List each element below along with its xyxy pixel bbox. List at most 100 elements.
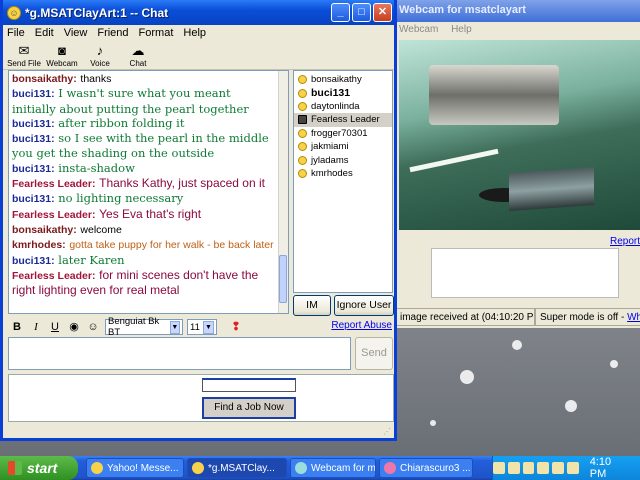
- task-chiarascuro[interactable]: Chiarascuro3 ...: [379, 458, 473, 478]
- user-list-item[interactable]: jakmiami: [294, 140, 392, 153]
- send-button[interactable]: Send: [355, 337, 393, 370]
- tray-security-icon[interactable]: [537, 462, 550, 474]
- message-text: after ribbon folding it: [58, 115, 185, 130]
- user-list-item[interactable]: Fearless Leader: [294, 113, 392, 127]
- buzz-icon[interactable]: ❢: [227, 319, 245, 335]
- task-yahoo-messenger[interactable]: Yahoo! Messe...: [86, 458, 184, 478]
- supermode-what-link[interactable]: What: [627, 312, 640, 323]
- voice-button[interactable]: ♪ Voice: [81, 42, 119, 69]
- message-input[interactable]: [8, 337, 351, 370]
- webcam-button[interactable]: ◙ Webcam: [43, 42, 81, 69]
- italic-button[interactable]: I: [27, 319, 45, 335]
- user-name: Fearless Leader: [311, 114, 380, 126]
- webcam-icon: ◙: [58, 43, 66, 58]
- minimize-button[interactable]: _: [331, 3, 350, 22]
- task-webcam[interactable]: Webcam for m...: [290, 458, 376, 478]
- message-sender[interactable]: buci131:: [12, 255, 55, 267]
- clay-block-image: [509, 167, 594, 211]
- user-name: daytonlinda: [311, 100, 360, 112]
- chat-message: buci131: later Karen: [12, 253, 276, 268]
- snow-dot: [512, 340, 522, 350]
- menu-friend[interactable]: Friend: [97, 27, 128, 40]
- maximize-button[interactable]: □: [352, 3, 371, 22]
- user-list[interactable]: bonsaikathy buci131 daytonlinda Fearless Le…: [293, 70, 393, 293]
- message-sender[interactable]: buci131:: [12, 118, 55, 130]
- chat-message: kmrhodes: gotta take puppy for her walk …: [12, 237, 276, 252]
- ad-job-search-field[interactable]: [202, 378, 296, 392]
- tray-network-icon[interactable]: [492, 462, 505, 474]
- webcam-report-link[interactable]: Report: [610, 236, 640, 247]
- chat-button[interactable]: ☁ Chat: [119, 42, 157, 69]
- user-list-item[interactable]: kmrhodes: [294, 167, 392, 180]
- webcam-ad-area[interactable]: [431, 248, 619, 298]
- message-sender[interactable]: buci131:: [12, 193, 55, 205]
- webcam-menu-help[interactable]: Help: [451, 24, 472, 35]
- message-sender[interactable]: Fearless Leader:: [12, 270, 95, 282]
- clock[interactable]: 4:10 PM: [590, 456, 630, 480]
- text-color-icon[interactable]: ◉: [65, 319, 83, 335]
- tray-antivirus-icon[interactable]: [566, 462, 579, 474]
- resize-grip-icon[interactable]: ⋰: [383, 427, 393, 437]
- message-sender[interactable]: bonsaikathy:: [12, 73, 77, 85]
- user-name: frogger70301: [311, 127, 368, 139]
- close-button[interactable]: ✕: [373, 3, 392, 22]
- im-button[interactable]: IM: [293, 295, 331, 316]
- snow-dot: [565, 400, 577, 412]
- report-abuse-link[interactable]: Report Abuse: [331, 320, 392, 331]
- chat-label: Chat: [129, 59, 147, 68]
- user-list-item[interactable]: frogger70301: [294, 127, 392, 140]
- chat-title: *g.MSATClayArt:1 -- Chat: [25, 5, 169, 20]
- user-list-item[interactable]: daytonlinda: [294, 100, 392, 113]
- user-list-item[interactable]: buci131: [294, 86, 392, 99]
- chat-title-bar[interactable]: ☺ *g.MSATClayArt:1 -- Chat _ □ ✕: [3, 0, 394, 25]
- clay-stick-image: [409, 148, 499, 173]
- menu-help[interactable]: Help: [183, 27, 206, 40]
- chat-message: Fearless Leader: Yes Eva that's right: [12, 207, 276, 222]
- start-label: start: [27, 460, 58, 476]
- system-tray: 4:10 PM: [492, 456, 640, 480]
- image-task-icon: [384, 462, 396, 474]
- message-sender[interactable]: buci131:: [12, 163, 55, 175]
- chat-log[interactable]: bonsaikathy: thanks buci131: I wasn't sur…: [8, 70, 289, 314]
- message-sender[interactable]: Fearless Leader:: [12, 209, 95, 221]
- ad-panel: Find a Job Now: [8, 374, 394, 422]
- windows-logo-icon: [8, 461, 22, 475]
- chat-window: ☺ *g.MSATClayArt:1 -- Chat _ □ ✕ File Ed…: [0, 0, 397, 441]
- menu-format[interactable]: Format: [139, 27, 174, 40]
- message-sender[interactable]: Fearless Leader:: [12, 178, 95, 190]
- smiley-icon: [298, 101, 307, 111]
- smiley-icon: [298, 88, 307, 98]
- emoticon-icon[interactable]: ☺: [84, 319, 102, 335]
- scrollbar-thumb[interactable]: [279, 255, 287, 303]
- chat-log-scrollbar[interactable]: [278, 71, 288, 313]
- voice-icon: ♪: [96, 43, 104, 58]
- message-text: Thanks Kathy, just spaced on it: [99, 176, 265, 191]
- message-sender[interactable]: buci131:: [12, 88, 55, 100]
- find-job-button[interactable]: Find a Job Now: [202, 397, 296, 419]
- font-size-select[interactable]: 11 ▼: [187, 319, 217, 335]
- user-list-item[interactable]: bonsaikathy: [294, 73, 392, 86]
- webcam-title[interactable]: Webcam for msatclayart: [393, 0, 640, 22]
- webcam-task-icon: [295, 462, 307, 474]
- chat-toolbar: ✉ Send File ◙ Webcam ♪ Voice ☁ Chat: [3, 42, 394, 70]
- tray-update-icon[interactable]: [552, 462, 564, 474]
- user-list-item[interactable]: jyladams: [294, 153, 392, 166]
- menu-edit[interactable]: Edit: [35, 27, 54, 40]
- tray-volume-icon[interactable]: [507, 462, 520, 474]
- ignore-user-button[interactable]: Ignore User: [334, 295, 394, 316]
- webcam-menu-webcam[interactable]: Webcam: [399, 24, 438, 35]
- tray-messenger-icon[interactable]: [522, 462, 535, 474]
- message-sender[interactable]: kmrhodes:: [12, 239, 66, 251]
- menu-view[interactable]: View: [64, 27, 88, 40]
- message-sender[interactable]: buci131:: [12, 133, 55, 145]
- task-label: Webcam for m...: [311, 462, 376, 474]
- message-text: welcome: [80, 223, 122, 236]
- task-chat[interactable]: *g.MSATClay...: [187, 458, 287, 478]
- send-file-button[interactable]: ✉ Send File: [5, 42, 43, 69]
- start-button[interactable]: start: [0, 456, 78, 480]
- font-select[interactable]: Benguiat Bk BT ▼: [105, 316, 183, 338]
- menu-file[interactable]: File: [7, 27, 25, 40]
- underline-button[interactable]: U: [46, 319, 64, 335]
- message-sender[interactable]: bonsaikathy:: [12, 224, 77, 236]
- bold-button[interactable]: B: [8, 319, 26, 335]
